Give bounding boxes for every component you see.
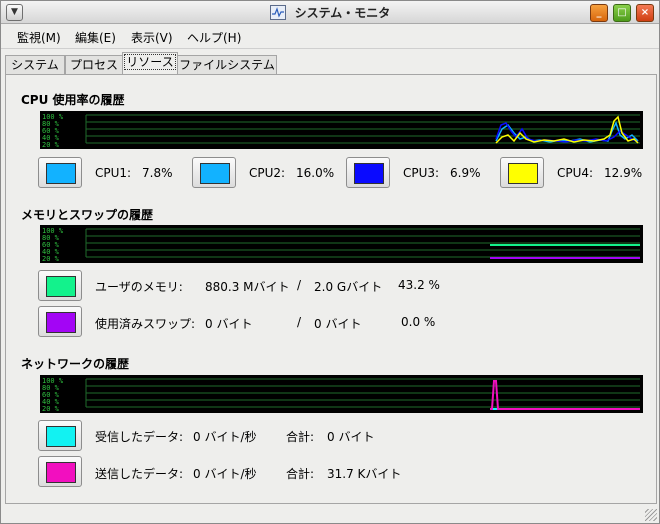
cpu4-label: CPU4: (557, 166, 594, 180)
cpu4-color-button[interactable] (500, 157, 544, 188)
close-button[interactable]: × (636, 4, 654, 22)
tab-filesystems[interactable]: ファイルシステム (177, 55, 277, 75)
cpu2-label: CPU2: (249, 166, 286, 180)
memory-user-percent: 43.2 % (398, 278, 440, 292)
window-title-wrap: システム・モニタ (1, 4, 659, 21)
cpu1-label: CPU1: (95, 166, 132, 180)
memory-user-color-fill (46, 276, 76, 297)
network-graph-svg: 100 % 80 % 60 % 40 % 20 % (42, 377, 640, 413)
cpu-graph-svg: 100 % 80 % 60 % 40 % 20 % (42, 113, 640, 149)
tab-processes-label: プロセス (69, 58, 118, 72)
memory-user-color-button[interactable] (38, 270, 82, 301)
network-received-total-label: 合計: (286, 430, 315, 444)
tab-filesystems-label: ファイルシステム (179, 58, 275, 72)
cpu3-value: 6.9% (450, 166, 481, 180)
network-received-color-fill (46, 426, 76, 447)
maximize-button[interactable]: □ (613, 4, 631, 22)
memory-swap-total: 0 バイト (314, 317, 362, 331)
memory-swap-percent: 0.0 % (401, 315, 436, 329)
network-sent-label: 送信したデータ: (95, 467, 184, 481)
resize-grip[interactable] (645, 509, 657, 521)
network-received-label: 受信したデータ: (95, 430, 184, 444)
memory-swap-color-fill (46, 312, 76, 333)
cpu2-color-button[interactable] (192, 157, 236, 188)
system-monitor-app-icon (269, 5, 286, 20)
window-title: システム・モニタ (294, 6, 391, 20)
network-received-total: 0 バイト (327, 430, 375, 444)
tab-bar: システム プロセス リソース ファイルシステム (1, 51, 659, 76)
memory-user-used: 880.3 Mバイト (205, 280, 290, 294)
menu-monitor[interactable]: 監視(M) (17, 29, 61, 46)
tab-system[interactable]: システム (5, 55, 65, 75)
title-bar[interactable]: ▼ システム・モニタ _ □ × (1, 1, 659, 24)
menu-view[interactable]: 表示(V) (131, 29, 173, 46)
cpu3-label: CPU3: (403, 166, 440, 180)
cpu1-color-fill (46, 163, 76, 184)
menu-help[interactable]: ヘルプ(H) (187, 29, 241, 46)
memory-graph-svg: 100 % 80 % 60 % 40 % 20 % (42, 227, 640, 263)
network-received-color-button[interactable] (38, 420, 82, 451)
network-sent-total: 31.7 Kバイト (327, 467, 402, 481)
cpu-tick-20: 20 % (42, 141, 60, 149)
system-monitor-window: ▼ システム・モニタ _ □ × 監視(M) 編集(E) 表示(V) ヘルプ(H… (0, 0, 660, 524)
network-sent-rate: 0 バイト/秒 (193, 467, 257, 481)
memory-tick-20: 20 % (42, 255, 60, 263)
network-sent-color-button[interactable] (38, 456, 82, 487)
network-history-graph: 100 % 80 % 60 % 40 % 20 % (40, 375, 643, 413)
cpu3-color-fill (354, 163, 384, 184)
memory-swap-sep: / (297, 315, 302, 329)
memory-user-label: ユーザのメモリ: (95, 280, 183, 294)
memory-history-graph: 100 % 80 % 60 % 40 % 20 % (40, 225, 643, 263)
memory-user-total: 2.0 Gバイト (314, 280, 383, 294)
status-bar (1, 502, 659, 523)
tab-resources-label: リソース (124, 54, 176, 70)
memory-swap-label: 使用済みスワップ: (95, 317, 196, 331)
minimize-button[interactable]: _ (590, 4, 608, 22)
tab-resources[interactable]: リソース (122, 52, 178, 76)
memory-user-sep: / (297, 278, 302, 292)
cpu2-color-fill (200, 163, 230, 184)
memory-swap-color-button[interactable] (38, 306, 82, 337)
menu-bar: 監視(M) 編集(E) 表示(V) ヘルプ(H) (1, 24, 659, 49)
network-sent-color-fill (46, 462, 76, 483)
memory-swap-used: 0 バイト (205, 317, 253, 331)
network-history-title: ネットワークの履歴 (21, 357, 130, 371)
cpu-history-graph: 100 % 80 % 60 % 40 % 20 % (40, 111, 643, 149)
menu-edit[interactable]: 編集(E) (75, 29, 116, 46)
memory-history-title: メモリとスワップの履歴 (21, 208, 154, 222)
cpu2-value: 16.0% (296, 166, 335, 180)
network-sent-trace (490, 380, 640, 410)
cpu1-value: 7.8% (142, 166, 173, 180)
tab-processes[interactable]: プロセス (65, 55, 123, 75)
network-tick-20: 20 % (42, 405, 60, 413)
cpu4-value: 12.9% (604, 166, 643, 180)
cpu4-trace (495, 115, 639, 144)
cpu3-color-button[interactable] (346, 157, 390, 188)
resources-panel: CPU 使用率の履歴 100 % 80 % 60 % 40 % 20 % CPU… (5, 74, 657, 504)
network-received-rate: 0 バイト/秒 (193, 430, 257, 444)
cpu-history-title: CPU 使用率の履歴 (21, 93, 125, 107)
network-sent-total-label: 合計: (286, 467, 315, 481)
cpu1-color-button[interactable] (38, 157, 82, 188)
cpu4-color-fill (508, 163, 538, 184)
tab-system-label: システム (11, 58, 59, 72)
